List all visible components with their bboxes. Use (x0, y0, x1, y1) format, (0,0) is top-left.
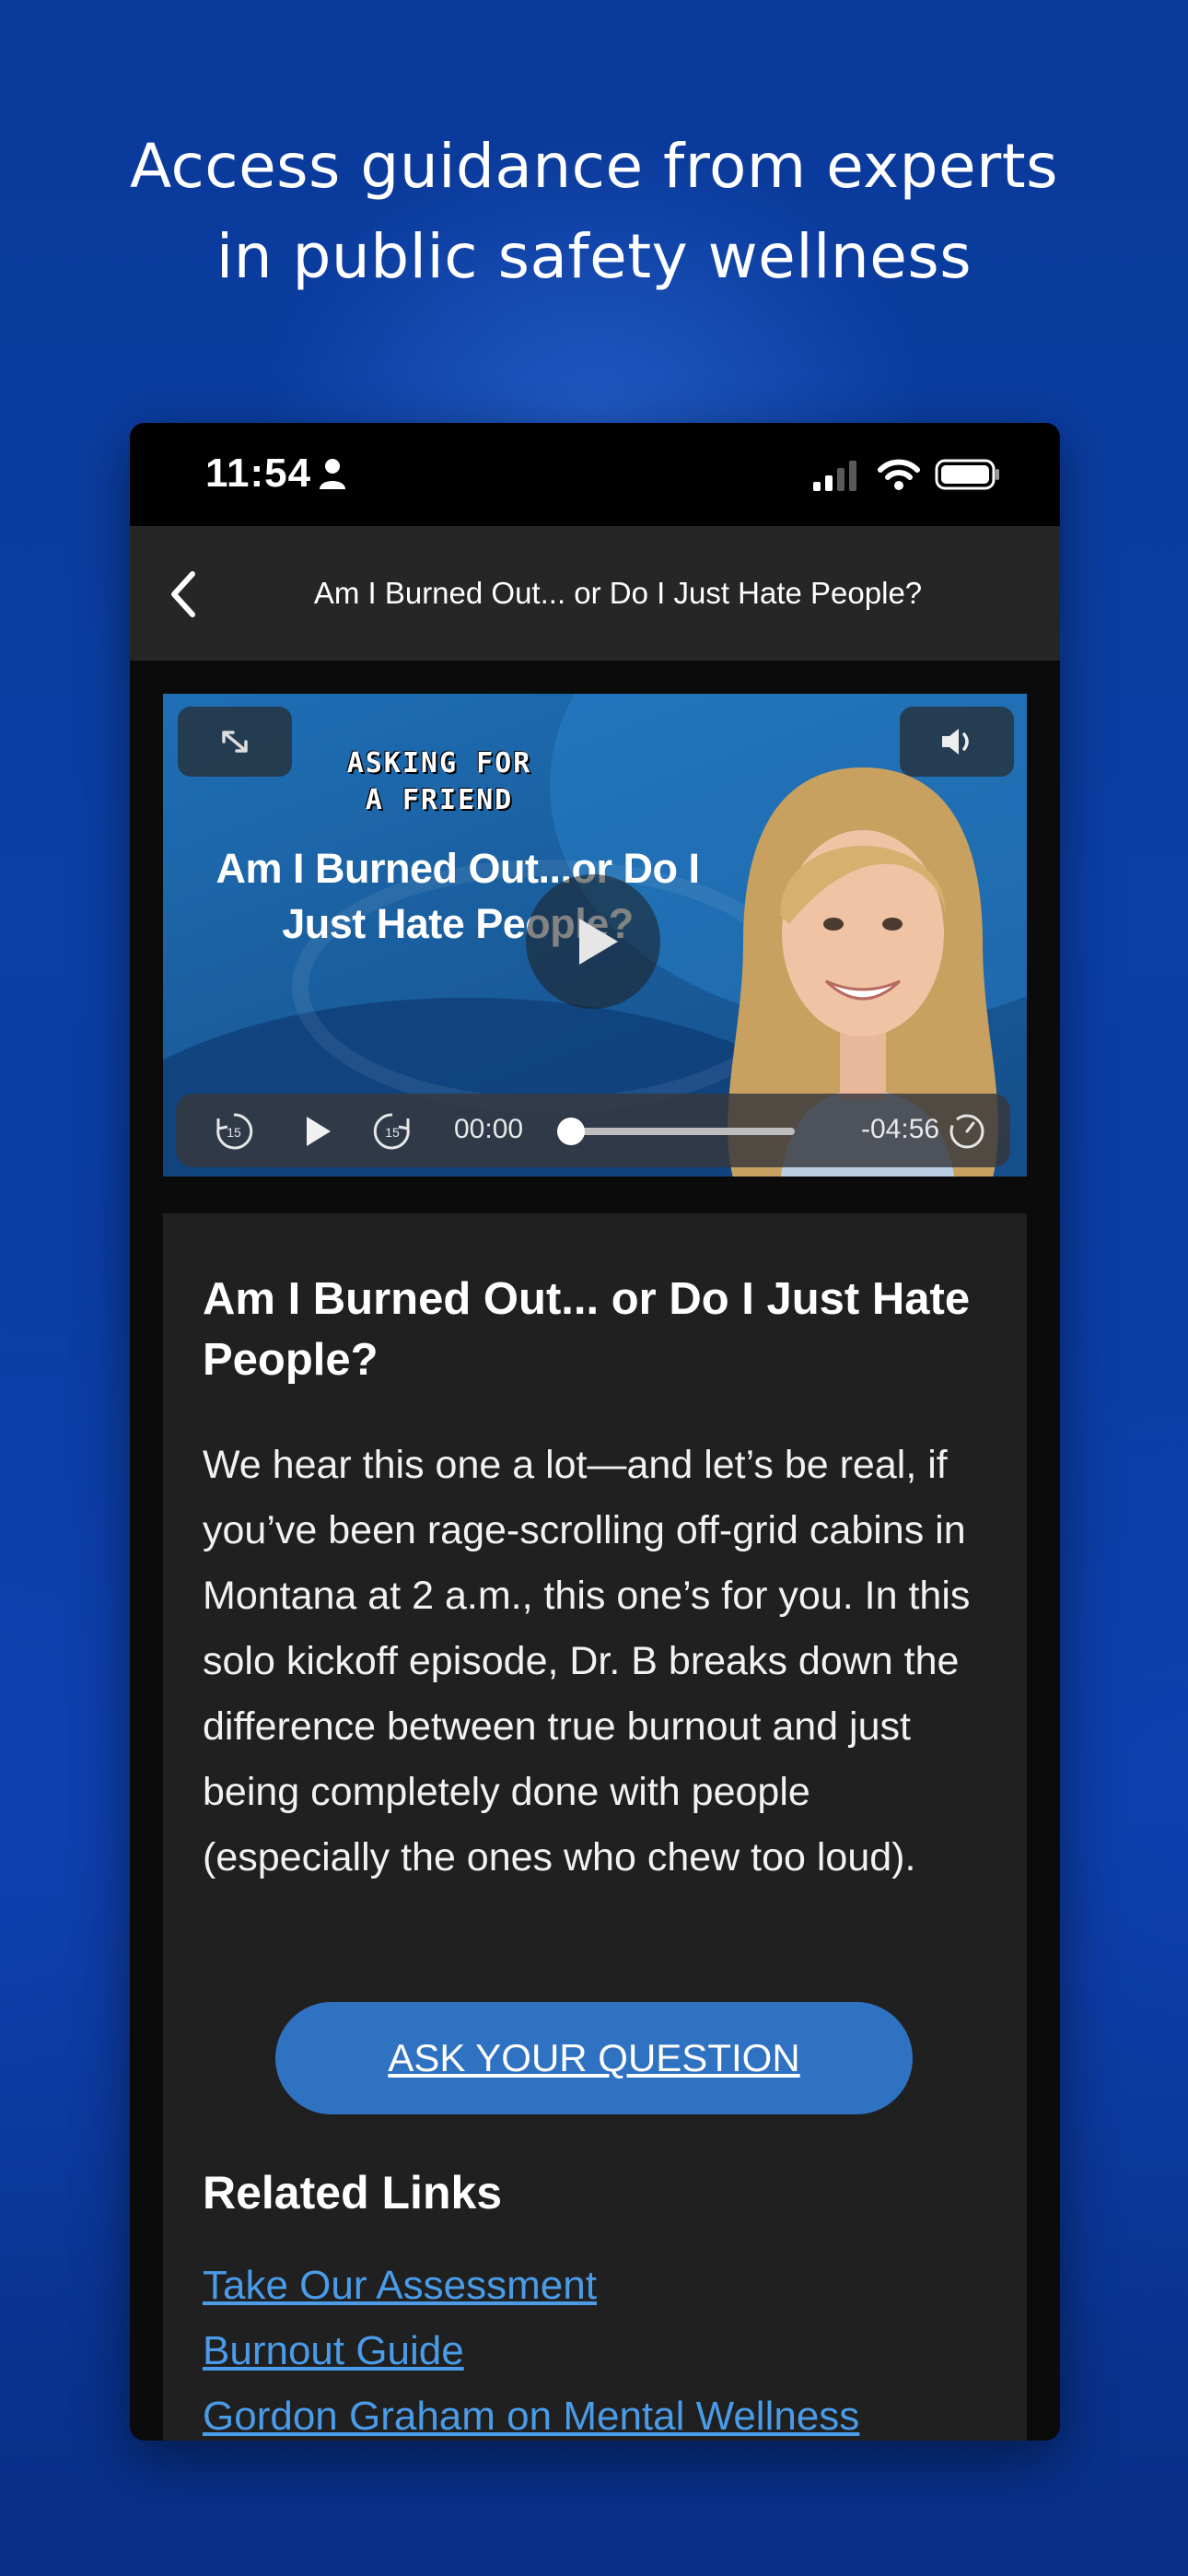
elapsed-time: 00:00 (454, 1114, 524, 1144)
scroll-content[interactable]: ASKING FOR A FRIEND Am I Burned Out...or… (130, 661, 1060, 2441)
cellular-signal-icon (813, 461, 856, 491)
expand-icon (222, 731, 248, 753)
nav-title: Am I Burned Out... or Do I Just Hate Peo… (313, 576, 923, 610)
show-logo-line-2: A FRIEND (365, 784, 514, 816)
headline: Access guidance from experts in public s… (0, 122, 1188, 302)
related-links-list: Take Our Assessment Burnout Guide Gordon… (203, 2253, 1013, 2441)
show-logo-line-1: ASKING FOR (346, 747, 532, 779)
play-icon (579, 919, 618, 965)
headline-line-2: in public safety wellness (215, 221, 973, 292)
volume-button[interactable] (900, 707, 1014, 777)
ask-question-button[interactable]: ASK YOUR QUESTION (275, 2002, 913, 2114)
playback-controls: 15 15 00:00 -04:56 (176, 1094, 1010, 1167)
center-play-button[interactable] (526, 874, 660, 1009)
related-link-assessment[interactable]: Take Our Assessment (203, 2253, 1013, 2318)
episode-title: Am I Burned Out... or Do I Just Hate Peo… (203, 1274, 971, 1385)
chevron-left-icon[interactable] (161, 567, 207, 622)
related-link-gordon-graham[interactable]: Gordon Graham on Mental Wellness (203, 2383, 1013, 2441)
related-links-heading: Related Links (203, 2167, 503, 2219)
person-icon (320, 459, 345, 489)
status-bar: 11:54 (130, 423, 1060, 526)
scrubber-track[interactable] (570, 1128, 795, 1135)
headline-line-1: Access guidance from experts (130, 131, 1058, 202)
episode-card: Am I Burned Out... or Do I Just Hate Peo… (163, 1213, 1027, 2441)
show-logo: ASKING FOR A FRIEND (310, 745, 568, 819)
playback-speed-icon[interactable] (946, 1110, 988, 1153)
skip-forward-15-icon[interactable]: 15 (371, 1110, 413, 1153)
phone-screen: 11:54 Am I Burned Out... or Do I Just Ha… (130, 423, 1060, 2441)
remaining-time: -04:56 (861, 1114, 940, 1144)
video-player[interactable]: ASKING FOR A FRIEND Am I Burned Out...or… (163, 694, 1027, 1177)
related-link-burnout-guide[interactable]: Burnout Guide (203, 2318, 1013, 2383)
wifi-icon (878, 459, 920, 490)
scrubber-knob[interactable] (557, 1118, 585, 1145)
nav-bar: Am I Burned Out... or Do I Just Hate Peo… (130, 526, 1060, 661)
fullscreen-button[interactable] (178, 707, 292, 777)
status-time: 11:54 (205, 451, 312, 496)
skip-back-label: 15 (227, 1125, 241, 1140)
speaker-icon (942, 729, 969, 755)
battery-icon (935, 459, 999, 490)
skip-forward-label: 15 (385, 1125, 400, 1140)
episode-description: We hear this one a lot—and let’s be real… (203, 1443, 971, 1879)
play-icon[interactable] (296, 1110, 338, 1153)
skip-back-15-icon[interactable]: 15 (213, 1110, 255, 1153)
